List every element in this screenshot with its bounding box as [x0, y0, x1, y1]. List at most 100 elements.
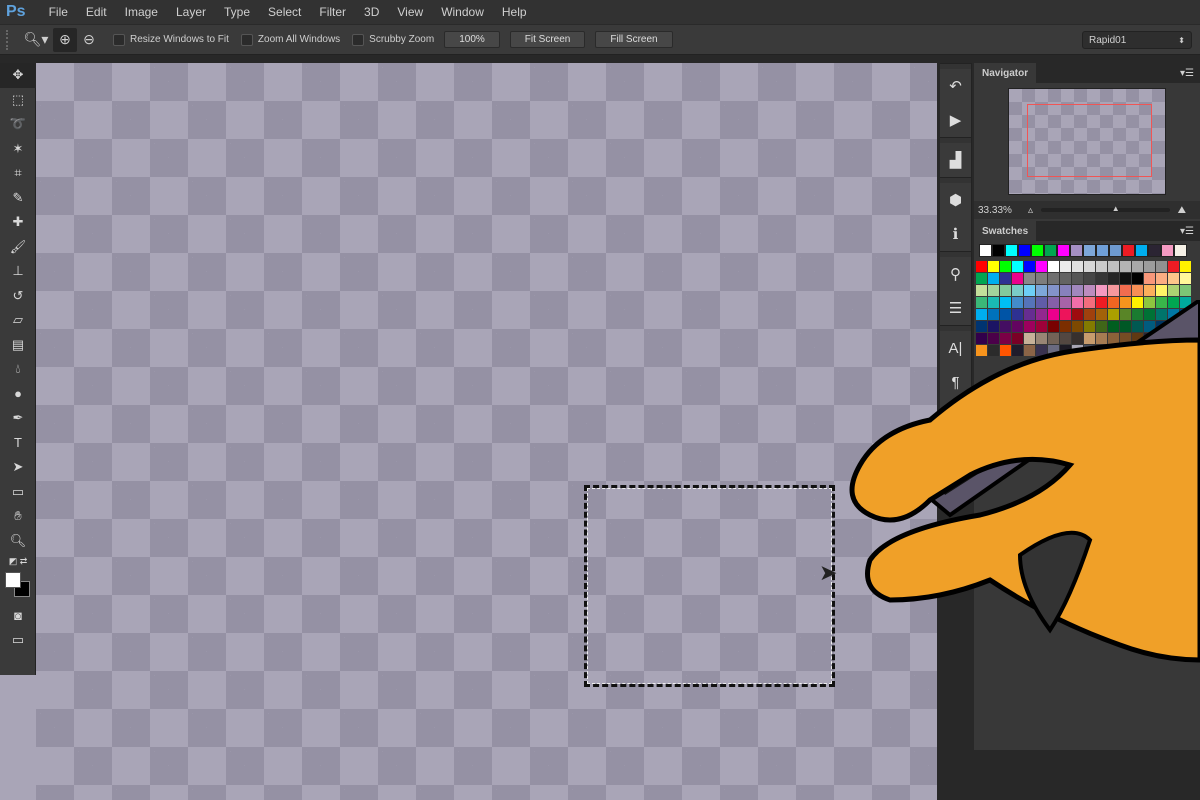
menu-type[interactable]: Type [215, 5, 259, 19]
swatch[interactable] [1108, 273, 1119, 284]
menu-image[interactable]: Image [116, 5, 167, 19]
swatch[interactable] [988, 285, 999, 296]
menu-edit[interactable]: Edit [77, 5, 116, 19]
zoom-out-mountain-icon[interactable]: ▵ [1028, 205, 1033, 216]
history-brush-icon[interactable]: ↺ [0, 284, 36, 309]
swatch[interactable] [1135, 244, 1148, 257]
menu-filter[interactable]: Filter [310, 5, 355, 19]
swatch[interactable] [1012, 285, 1023, 296]
navigator-zoom-value[interactable]: 33.33% [974, 205, 1028, 216]
3d-icon[interactable]: ⬢ [940, 183, 971, 217]
options-grip[interactable] [6, 29, 9, 50]
swatch[interactable] [1072, 273, 1083, 284]
swatch[interactable] [1144, 285, 1155, 296]
swatch[interactable] [1084, 285, 1095, 296]
swatch[interactable] [1108, 261, 1119, 272]
swatch[interactable] [1000, 261, 1011, 272]
document-canvas[interactable]: ➤ [36, 63, 937, 800]
crop-tool-icon[interactable]: ⌗ [0, 161, 36, 186]
actual-pixels-button[interactable]: 100% [444, 31, 500, 48]
swatch[interactable] [1144, 261, 1155, 272]
swatch[interactable] [1120, 273, 1131, 284]
swatch[interactable] [976, 261, 987, 272]
fill-screen-button[interactable]: Fill Screen [595, 31, 673, 48]
swatch[interactable] [1108, 285, 1119, 296]
dodge-tool-icon[interactable]: ● [0, 382, 36, 407]
lasso-tool-icon[interactable]: ➰ [0, 112, 36, 137]
swatch[interactable] [1012, 261, 1023, 272]
swatch[interactable] [1180, 285, 1191, 296]
swatch[interactable] [1060, 273, 1071, 284]
swatch[interactable] [1132, 273, 1143, 284]
swatch[interactable] [1044, 244, 1057, 257]
swatch[interactable] [992, 244, 1005, 257]
actions-icon[interactable]: ▶ [940, 103, 971, 137]
swatch[interactable] [1180, 261, 1191, 272]
swatch[interactable] [979, 244, 992, 257]
menu-3d[interactable]: 3D [355, 5, 388, 19]
swatch[interactable] [1132, 285, 1143, 296]
brush-tool-icon[interactable]: 🖌︎ [0, 235, 36, 260]
swatch[interactable] [1122, 244, 1135, 257]
fit-screen-button[interactable]: Fit Screen [509, 31, 586, 48]
swatch[interactable] [1109, 244, 1122, 257]
quick-mask-icon[interactable]: ◙ [0, 603, 36, 628]
swatch[interactable] [1048, 273, 1059, 284]
swatch[interactable] [1048, 261, 1059, 272]
swatch[interactable] [1174, 244, 1187, 257]
swatch[interactable] [1096, 244, 1109, 257]
swatch[interactable] [1057, 244, 1070, 257]
clone-stamp-icon[interactable]: ⊥ [0, 259, 36, 284]
workspace-select[interactable]: Rapid01 ⬍ [1082, 31, 1192, 49]
move-tool-icon[interactable]: ✥ [0, 63, 36, 88]
history-icon[interactable]: ↶ [940, 69, 971, 103]
swatch[interactable] [1148, 244, 1161, 257]
histogram-icon[interactable]: ▟ [940, 143, 971, 177]
shape-tool-icon[interactable]: ▭ [0, 480, 36, 505]
zoom-tool-preset-icon[interactable]: 🔍︎▾ [19, 31, 53, 48]
swatch[interactable] [1156, 273, 1167, 284]
swatch[interactable] [1036, 285, 1047, 296]
swatch[interactable] [1096, 285, 1107, 296]
screen-mode-icon[interactable]: ▭ [0, 628, 36, 653]
swatch[interactable] [1000, 285, 1011, 296]
marquee-tool-icon[interactable]: ⬚ [0, 88, 36, 113]
swatch[interactable] [976, 285, 987, 296]
swatch[interactable] [1156, 285, 1167, 296]
swap-colors-icon[interactable]: ◩ ⇄ [0, 553, 36, 569]
swatch[interactable] [1084, 261, 1095, 272]
gradient-tool-icon[interactable]: ▤ [0, 333, 36, 358]
swatch[interactable] [1070, 244, 1083, 257]
swatch[interactable] [976, 273, 987, 284]
foreground-color[interactable] [5, 572, 21, 588]
swatch[interactable] [1048, 285, 1059, 296]
swatch[interactable] [1012, 273, 1023, 284]
swatch[interactable] [1018, 244, 1031, 257]
swatch[interactable] [1168, 285, 1179, 296]
eyedropper-icon[interactable]: ✎ [0, 186, 36, 211]
swatch[interactable] [1120, 261, 1131, 272]
zoom-out-icon[interactable]: ⊖ [77, 31, 101, 48]
navigator-tab[interactable]: Navigator [974, 63, 1037, 83]
magic-wand-icon[interactable]: ✶ [0, 137, 36, 162]
swatch[interactable] [1060, 261, 1071, 272]
swatch[interactable] [1036, 273, 1047, 284]
info-icon[interactable]: ℹ [940, 217, 971, 251]
swatch[interactable] [988, 261, 999, 272]
swatch[interactable] [1000, 273, 1011, 284]
swatch[interactable] [1024, 273, 1035, 284]
swatch[interactable] [1180, 273, 1191, 284]
menu-view[interactable]: View [388, 5, 432, 19]
menu-layer[interactable]: Layer [167, 5, 215, 19]
pen-tool-icon[interactable]: ✒ [0, 406, 36, 431]
navigator-zoom-slider[interactable]: ▲ [1041, 204, 1170, 213]
swatch[interactable] [1060, 285, 1071, 296]
swatch[interactable] [1005, 244, 1018, 257]
panel-menu-icon[interactable]: ▾☰ [1180, 68, 1200, 79]
panel-menu-icon[interactable]: ▾☰ [1180, 226, 1200, 237]
menu-help[interactable]: Help [493, 5, 536, 19]
menu-window[interactable]: Window [432, 5, 493, 19]
navigator-thumbnail[interactable] [1008, 88, 1166, 195]
swatch[interactable] [1132, 261, 1143, 272]
swatch[interactable] [1084, 273, 1095, 284]
